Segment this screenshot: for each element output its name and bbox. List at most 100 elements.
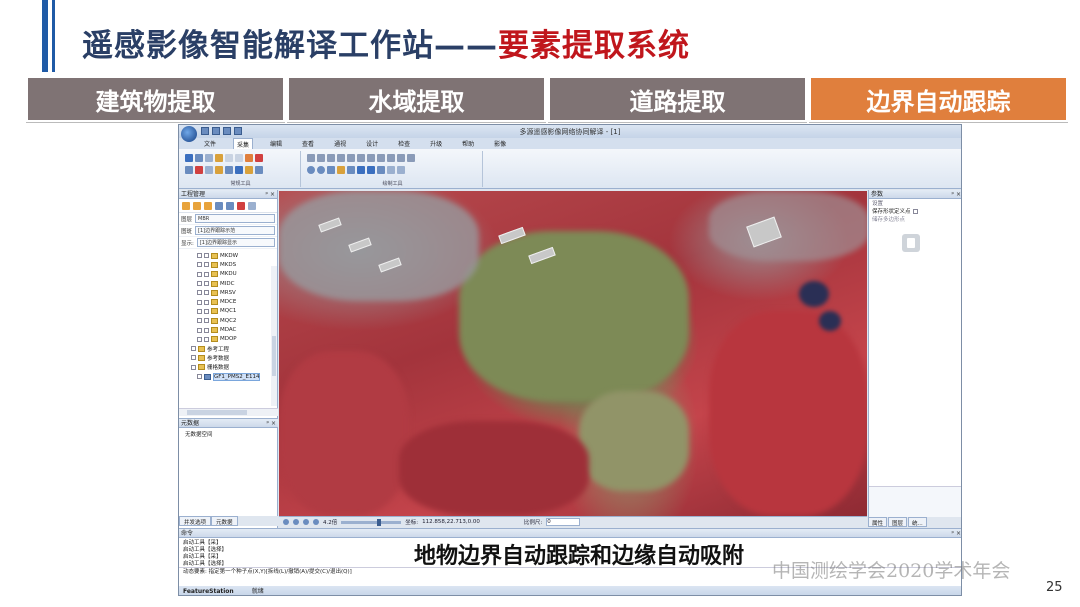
menu-upgrade[interactable]: 升级: [427, 138, 445, 149]
tab-attributes[interactable]: 属性: [868, 517, 888, 527]
warning-icon[interactable]: [237, 202, 245, 210]
measure-tool-icon[interactable]: [387, 166, 395, 174]
tree-checkbox[interactable]: [204, 253, 209, 259]
freehand-tool-icon[interactable]: [367, 154, 375, 162]
save-project-icon[interactable]: [204, 202, 212, 210]
tree-node[interactable]: MKDU: [197, 270, 277, 279]
tree-checkbox[interactable]: [204, 299, 209, 305]
menu-visibility[interactable]: 通视: [331, 138, 349, 149]
recycle-bin-icon[interactable]: [902, 234, 920, 252]
layer-tool-icon[interactable]: [215, 154, 223, 162]
tab-boundary-tracking[interactable]: 边界自动跟踪: [809, 76, 1068, 122]
spline-tool-icon[interactable]: [347, 154, 355, 162]
arc-tool-icon[interactable]: [337, 154, 345, 162]
trace-tool-icon[interactable]: [407, 154, 415, 162]
menu-check[interactable]: 检查: [395, 138, 413, 149]
open-project-icon[interactable]: [193, 202, 201, 210]
boundary-trace-icon[interactable]: [357, 166, 365, 174]
tree-node[interactable]: MRSV: [197, 288, 277, 297]
add-layer-icon[interactable]: [215, 202, 223, 210]
tab-road-extraction[interactable]: 道路提取: [548, 76, 807, 122]
tree-node[interactable]: MDOP: [197, 335, 277, 344]
tree-node[interactable]: MIDC: [197, 279, 277, 288]
panel-pin-close-icon[interactable]: ᵖ ×: [265, 190, 275, 199]
scale-input[interactable]: 0: [546, 518, 581, 526]
tree-checkbox[interactable]: [204, 318, 209, 324]
map-view[interactable]: [279, 191, 867, 516]
menu-collect[interactable]: 采集: [233, 138, 254, 149]
patch-select[interactable]: [1]边界跟踪示范: [195, 226, 275, 235]
tab-concurrency[interactable]: 并发选项: [179, 516, 212, 526]
fill-tool-icon[interactable]: [337, 166, 345, 174]
paste-tool-icon[interactable]: [235, 154, 243, 162]
tree-node-selected[interactable]: GF1_PMS2_E114: [197, 372, 277, 381]
ellipse-tool-icon[interactable]: [317, 166, 325, 174]
tree-checkbox[interactable]: [204, 271, 209, 277]
pan-tool-icon[interactable]: [195, 154, 203, 162]
tab-building-extraction[interactable]: 建筑物提取: [26, 76, 285, 122]
tree-checkbox[interactable]: [204, 262, 209, 268]
tree-node[interactable]: 参考工程: [191, 344, 277, 353]
snap-tool-icon[interactable]: [347, 166, 355, 174]
tree-checkbox[interactable]: [204, 336, 209, 342]
tab-statistics[interactable]: 统...: [908, 517, 927, 527]
tree-checkbox[interactable]: [204, 327, 209, 333]
text-tool-icon[interactable]: [397, 166, 405, 174]
merge-tool-icon[interactable]: [225, 166, 233, 174]
option-store-polygon[interactable]: 储存多边形点: [869, 215, 961, 223]
menu-design[interactable]: 设计: [363, 138, 381, 149]
node-edit-icon[interactable]: [377, 166, 385, 174]
curve-tool-icon[interactable]: [327, 154, 335, 162]
refresh-icon[interactable]: [313, 519, 319, 525]
menu-view[interactable]: 查看: [299, 138, 317, 149]
tab-layers[interactable]: 图层: [888, 517, 908, 527]
tab-water-extraction[interactable]: 水域提取: [287, 76, 546, 122]
app-logo-icon[interactable]: [181, 126, 197, 142]
attribute-tool-icon[interactable]: [245, 166, 253, 174]
option-save-shape-checkbox[interactable]: [912, 208, 918, 214]
star-tool-icon[interactable]: [397, 154, 405, 162]
rectangle-tool-icon[interactable]: [377, 154, 385, 162]
select-tool-icon[interactable]: [185, 154, 193, 162]
panel-pin-close-icon[interactable]: ᵖ ×: [951, 190, 961, 199]
panel-pin-close-icon[interactable]: ᵖ ×: [951, 529, 961, 538]
display-select[interactable]: [1]边界跟踪显示: [196, 238, 275, 247]
tree-checkbox[interactable]: [204, 281, 209, 287]
tree-vertical-scrollbar[interactable]: [271, 266, 277, 406]
tree-node[interactable]: MQC1: [197, 307, 277, 316]
properties-icon[interactable]: [248, 202, 256, 210]
tree-checkbox[interactable]: [204, 290, 209, 296]
panel-pin-close-icon[interactable]: ᵖ ×: [266, 419, 276, 428]
lock-tool-icon[interactable]: [215, 166, 223, 174]
polygon-tool-icon[interactable]: [357, 154, 365, 162]
tree-checkbox[interactable]: [204, 308, 209, 314]
tree-node[interactable]: MKDW: [197, 251, 277, 260]
tree-node[interactable]: 栅格数据: [191, 363, 277, 372]
menu-image[interactable]: 影像: [491, 138, 509, 149]
rotate-tool-icon[interactable]: [205, 166, 213, 174]
line-tool-icon[interactable]: [307, 154, 315, 162]
tree-horizontal-scrollbar[interactable]: [179, 408, 278, 416]
layer-select[interactable]: MBR: [195, 214, 275, 223]
menu-file[interactable]: 文件: [201, 138, 219, 149]
menu-edit[interactable]: 编辑: [267, 138, 285, 149]
grid-tool-icon[interactable]: [185, 166, 193, 174]
zoom-slider[interactable]: [341, 518, 402, 526]
tab-metadata[interactable]: 元数据: [211, 516, 238, 526]
tree-node[interactable]: MQC2: [197, 316, 277, 325]
delete-tool-icon[interactable]: [195, 166, 203, 174]
new-project-icon[interactable]: [182, 202, 190, 210]
zoom-out-icon[interactable]: [293, 519, 299, 525]
remove-layer-icon[interactable]: [226, 202, 234, 210]
split-tool-icon[interactable]: [235, 166, 243, 174]
tree-node[interactable]: MKDS: [197, 260, 277, 269]
save-layer-icon[interactable]: [255, 166, 263, 174]
stop-tool-icon[interactable]: [255, 154, 263, 162]
copy-tool-icon[interactable]: [225, 154, 233, 162]
edge-snap-icon[interactable]: [367, 166, 375, 174]
zoom-tool-icon[interactable]: [205, 154, 213, 162]
polyline-tool-icon[interactable]: [317, 154, 325, 162]
zoom-in-icon[interactable]: [283, 519, 289, 525]
tree-node[interactable]: MDCE: [197, 297, 277, 306]
highlight-tool-icon[interactable]: [245, 154, 253, 162]
